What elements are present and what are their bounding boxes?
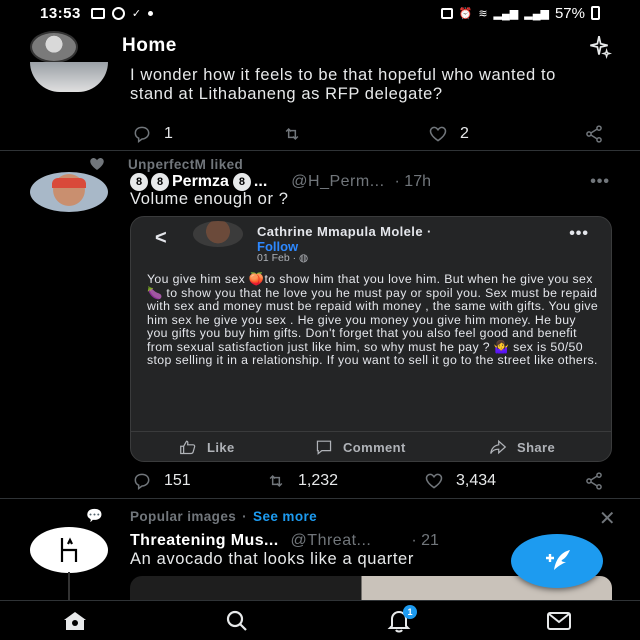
bottom-navigation: 1 — [0, 600, 640, 640]
more-options-icon[interactable]: ••• — [590, 173, 610, 191]
card-author-avatar — [193, 221, 243, 247]
thread-line — [68, 572, 70, 600]
comment-bubble-icon: 💬 — [86, 508, 104, 523]
music-logo-icon — [60, 537, 78, 562]
feather-plus-icon — [546, 550, 570, 570]
card-more-icon: ••• — [569, 225, 589, 242]
page-title: Home — [122, 35, 177, 56]
reply-icon — [134, 126, 150, 143]
share-icon — [586, 125, 602, 143]
reply-count: 151 — [164, 472, 191, 489]
like-count: 3,434 — [456, 472, 497, 489]
card-like: Like — [179, 439, 235, 455]
tweet-text: Volume enough or ? — [130, 190, 289, 208]
retweet-icon — [269, 474, 283, 488]
divider — [0, 150, 640, 151]
app-header: Home — [0, 26, 640, 66]
download-done-icon: ✓ — [131, 7, 142, 20]
gallery-icon — [90, 7, 105, 19]
heart-icon — [429, 126, 447, 142]
home-icon[interactable] — [62, 609, 88, 633]
compose-tweet-button[interactable] — [511, 534, 603, 588]
battery-percent: 57% — [554, 4, 585, 22]
search-icon[interactable] — [224, 609, 250, 633]
like-button[interactable]: 3,434 — [424, 471, 496, 491]
badge-8-icon: 8 — [130, 173, 148, 191]
tweet-time: · 21 — [411, 532, 439, 549]
whatsapp-icon — [111, 6, 125, 20]
tweet-author-avatar[interactable] — [30, 527, 108, 573]
divider — [0, 498, 640, 499]
card-date: 01 Feb · ◍ — [257, 252, 308, 264]
retweet-button[interactable]: 1,232 — [266, 471, 338, 491]
messages-envelope-icon[interactable] — [546, 609, 572, 633]
tweet-time: · 17h — [394, 173, 431, 190]
share-button[interactable] — [584, 124, 604, 144]
comment-icon — [316, 440, 332, 455]
author-handle[interactable]: @H_Perm... — [291, 173, 384, 191]
signal-icon: ▂▄▆ — [493, 7, 519, 20]
share-arrow-icon — [490, 439, 507, 455]
reply-button[interactable]: 151 — [132, 471, 191, 491]
see-more-link[interactable]: See more — [253, 509, 317, 524]
reply-button[interactable]: 1 — [132, 124, 173, 144]
share-button[interactable] — [584, 471, 604, 491]
tweet-header: 8 8 Permza 8 ... @H_Perm... · 17h ••• — [130, 172, 610, 192]
card-share-label: Share — [517, 439, 556, 455]
retweet-count: 1,232 — [298, 472, 339, 489]
popular-images-label: Popular images — [130, 508, 237, 524]
author-handle[interactable]: @Threat... — [291, 532, 372, 550]
popular-images-context: 💬 Popular images · See more ✕ — [86, 508, 616, 530]
badge-8-icon: 8 — [151, 173, 169, 191]
tweet-text: An avocado that looks like a quarter — [130, 550, 414, 568]
profile-avatar[interactable] — [30, 31, 78, 63]
card-like-label: Like — [207, 439, 235, 455]
retweet-icon — [285, 127, 299, 141]
reply-icon — [134, 473, 150, 490]
like-button[interactable]: 2 — [428, 124, 469, 144]
social-context: UnperfectM liked — [86, 155, 243, 173]
card-comment-label: Comment — [343, 439, 406, 455]
social-context-text: UnperfectM liked — [128, 156, 244, 172]
alarm-icon: ⏰ — [458, 7, 473, 20]
share-icon — [586, 472, 602, 490]
liked-heart-icon — [90, 158, 104, 170]
author-name[interactable]: Threatening Mus... — [130, 532, 279, 550]
status-bar: 13:53 ✓ ⏰ ≋ ▂▄▆ ▂▄▆ 57% — [0, 0, 640, 26]
close-icon[interactable]: ✕ — [599, 506, 616, 531]
battery-icon — [591, 6, 600, 20]
card-actions: Like Comment Share — [131, 431, 611, 461]
card-share: Share — [489, 439, 555, 455]
tweet-author-avatar[interactable] — [30, 172, 108, 212]
tweet-text: I wonder how it feels to be that hopeful… — [130, 66, 556, 103]
thumbs-up-icon — [180, 440, 196, 455]
dot-icon — [148, 10, 154, 16]
card-date-text: 01 Feb · — [257, 252, 297, 264]
card-author-name: Cathrine Mmapula Molele · — [257, 224, 432, 239]
wifi-call-icon: ≋ — [478, 7, 488, 20]
globe-icon: ◍ — [299, 252, 309, 264]
embedded-image[interactable]: < Cathrine Mmapula Molele · Follow 01 Fe… — [130, 216, 612, 462]
like-count: 2 — [460, 125, 469, 142]
sparkle-icon[interactable] — [586, 34, 612, 60]
tweet-header: Threatening Mus... @Threat... · 21 — [130, 532, 439, 550]
heart-icon — [425, 473, 443, 489]
separator: · — [242, 508, 248, 524]
signal-icon: ▂▄▆ — [524, 7, 549, 20]
back-arrow-icon: < — [155, 227, 167, 249]
tweet-author-avatar[interactable] — [30, 62, 108, 92]
status-time: 13:53 — [40, 4, 81, 22]
nfc-icon — [440, 7, 453, 19]
author-name-ellipsis: ... — [253, 173, 268, 190]
retweet-button[interactable] — [282, 124, 302, 144]
card-body-text: You give him sex 🍑to show him that you l… — [147, 272, 599, 367]
badge-8-icon: 8 — [232, 173, 251, 191]
author-name[interactable]: Permza — [172, 173, 229, 191]
reply-count: 1 — [164, 125, 173, 142]
card-comment: Comment — [315, 439, 406, 455]
notification-badge: 1 — [403, 605, 417, 619]
